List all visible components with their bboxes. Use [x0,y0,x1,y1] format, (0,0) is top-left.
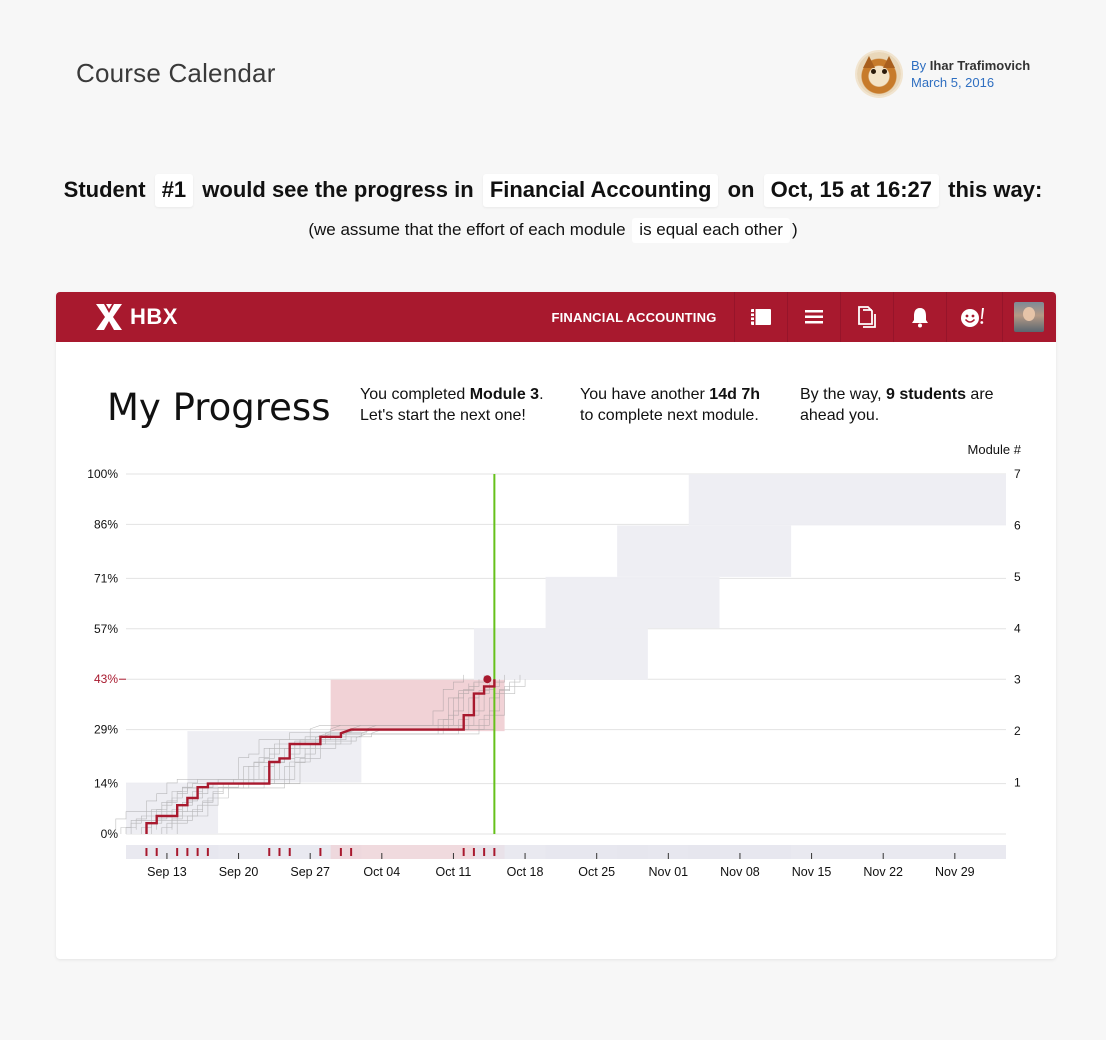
activity-mark [268,848,271,856]
student-id-pill[interactable]: #1 [154,174,194,207]
progress-chart: 0%14%29%43%57%71%86%100%1234567Module #S… [87,442,1022,879]
eye-icon [871,69,876,74]
author-byline: By Ihar Trafimovich [911,58,1030,73]
on-word: on [727,177,755,202]
x-tick-label: Oct 04 [363,865,400,879]
activity-mark [145,848,148,856]
author-name[interactable]: Ihar Trafimovich [930,58,1030,73]
x-tick-label: Nov 01 [649,865,689,879]
activity-mark [350,848,353,856]
assumption-sentence: (we assume that the effort of each modul… [0,218,1106,243]
activity-mark [319,848,322,856]
activity-mark [483,848,486,856]
datetime-pill[interactable]: Oct, 15 at 16:27 [763,174,940,207]
module-tick-label: 4 [1014,621,1021,635]
activity-mark [155,848,158,856]
x-tick-label: Nov 29 [935,865,975,879]
author-by-label: By [911,58,927,73]
module-window-band [617,525,792,577]
progress-card: HBX FINANCIAL ACCOUNTING My Progress You… [56,292,1056,959]
x-tick-label: Sep 20 [219,865,259,879]
y-tick-label: 100% [87,467,118,481]
y-tick-label: 43% [94,672,118,686]
module-tick-label: 5 [1014,570,1021,584]
timeline-module-segment [688,845,1006,859]
y-tick-label: 14% [94,777,118,791]
student-word: Student [63,177,146,202]
module-axis-label: Module # [968,442,1022,457]
module-window-band [330,679,505,732]
y-tick-label: 29% [94,723,118,737]
scenario-sentence: Student #1 would see the progress in Fin… [0,174,1106,207]
x-tick-label: Oct 18 [507,865,544,879]
course-pill[interactable]: Financial Accounting [482,174,719,207]
x-tick-label: Sep 13 [147,865,187,879]
module-tick-label: 6 [1014,518,1021,532]
module-tick-label: 3 [1014,673,1021,687]
x-tick-label: Nov 15 [792,865,832,879]
effort-pill[interactable]: is equal each other [632,218,790,243]
activity-mark [206,848,209,856]
module-window-band [688,474,1006,526]
assume-prefix: (we assume that the effort of each modul… [308,220,626,239]
activity-mark [288,848,291,856]
activity-mark [278,848,281,856]
module-tick-label: 7 [1014,467,1021,481]
x-tick-label: Nov 08 [720,865,760,879]
author-block: By Ihar Trafimovich March 5, 2016 [857,52,1057,98]
y-tick-label: 57% [94,622,118,636]
module-window-band [545,576,720,629]
student-current-point [483,675,492,684]
progress-text: would see the progress in [202,177,474,202]
activity-mark [472,848,475,856]
this-way-text: this way: [948,177,1043,202]
x-tick-label: Nov 22 [863,865,903,879]
author-avatar[interactable] [857,52,901,96]
activity-mark [493,848,496,856]
assume-suffix: ) [791,220,798,239]
x-tick-label: Oct 25 [578,865,615,879]
module-window-band [473,628,648,680]
activity-mark [176,848,179,856]
y-tick-label: 86% [94,517,118,531]
x-tick-label: Sep 27 [290,865,330,879]
ear-icon [883,56,895,68]
page-title: Course Calendar [76,58,276,88]
publish-date: March 5, 2016 [911,75,995,90]
activity-mark [462,848,465,856]
module-tick-label: 1 [1014,776,1021,790]
activity-mark [186,848,189,856]
eye-icon [882,69,887,74]
module-tick-label: 2 [1014,724,1021,738]
ear-icon [863,56,875,68]
activity-mark [339,848,342,856]
y-tick-label: 71% [94,571,118,585]
x-tick-label: Oct 11 [435,865,471,879]
activity-mark [196,848,199,856]
